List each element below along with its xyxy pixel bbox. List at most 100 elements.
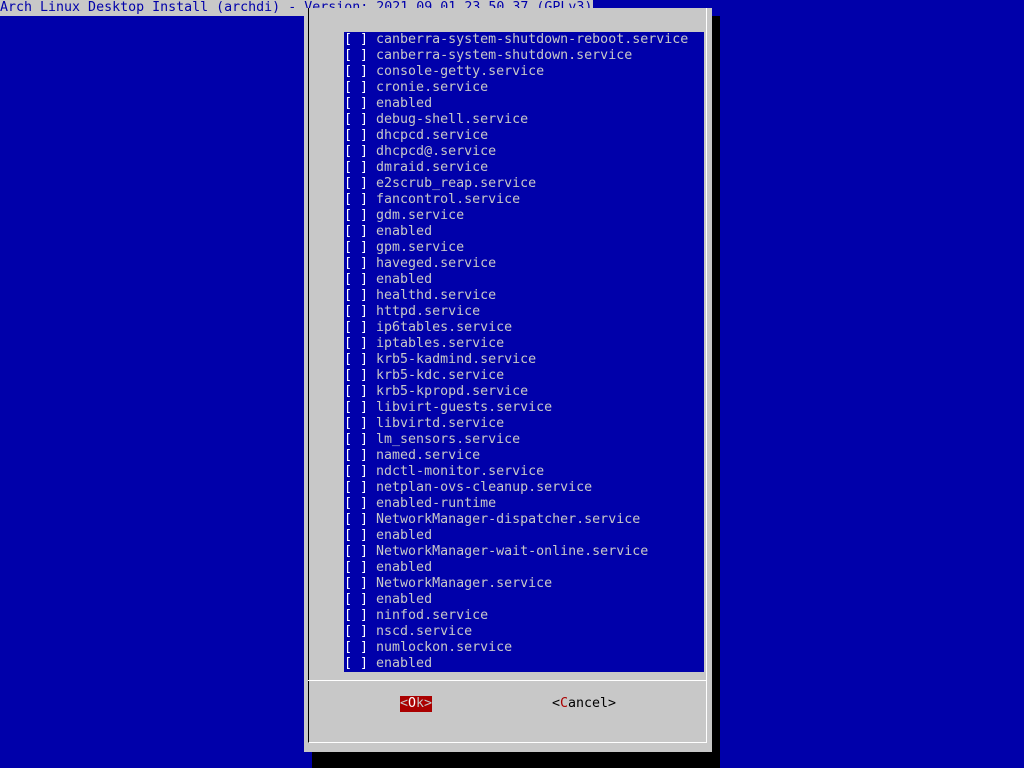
checkbox[interactable]: [ ] <box>344 288 368 303</box>
checkbox[interactable]: [ ] <box>344 48 368 63</box>
checklist-item[interactable]: [ ] named.service <box>344 448 704 464</box>
checkbox[interactable]: [ ] <box>344 368 368 383</box>
checkbox[interactable]: [ ] <box>344 432 368 447</box>
dialog-separator <box>308 680 707 681</box>
checklist-item[interactable]: [ ] enabled-runtime <box>344 496 704 512</box>
cancel-button[interactable]: <Cancel> <box>552 696 616 712</box>
checklist-item[interactable]: [ ] dhcpcd.service <box>344 128 704 144</box>
checklist-item[interactable]: [ ] httpd.service <box>344 304 704 320</box>
item-label: krb5-kadmind.service <box>376 352 537 367</box>
checklist-item[interactable]: [ ] numlockon.service <box>344 640 704 656</box>
checklist-item[interactable]: [ ] enabled <box>344 96 704 112</box>
checklist-item[interactable]: [ ] NetworkManager-wait-online.service <box>344 544 704 560</box>
checkbox[interactable]: [ ] <box>344 96 368 111</box>
checkbox[interactable]: [ ] <box>344 352 368 367</box>
checklist-dialog: [ ] canberra-system-shutdown-reboot.servi… <box>304 8 712 752</box>
ok-button[interactable]: <Ok> <box>400 696 433 712</box>
checklist-item[interactable]: [ ] ninfod.service <box>344 608 704 624</box>
checklist-item[interactable]: [ ] enabled <box>344 224 704 240</box>
checkbox[interactable]: [ ] <box>344 240 368 255</box>
checkbox[interactable]: [ ] <box>344 32 368 47</box>
checkbox[interactable]: [ ] <box>344 496 368 511</box>
checkbox[interactable]: [ ] <box>344 208 368 223</box>
checkbox[interactable]: [ ] <box>344 64 368 79</box>
checklist-item[interactable]: [ ] NetworkManager.service <box>344 576 704 592</box>
checklist-item[interactable]: [ ] libvirtd.service <box>344 416 704 432</box>
checkbox[interactable]: [ ] <box>344 592 368 607</box>
item-label: enabled <box>376 592 433 607</box>
checklist-item[interactable]: [ ] haveged.service <box>344 256 704 272</box>
checkbox[interactable]: [ ] <box>344 112 368 127</box>
terminal-screen: Arch Linux Desktop Install (archdi) - Ve… <box>0 0 1024 768</box>
checkbox[interactable]: [ ] <box>344 128 368 143</box>
checkbox[interactable]: [ ] <box>344 560 368 575</box>
item-label: haveged.service <box>376 256 497 271</box>
checkbox[interactable]: [ ] <box>344 336 368 351</box>
checkbox[interactable]: [ ] <box>344 416 368 431</box>
item-label: dhcpcd@.service <box>376 144 497 159</box>
checkbox[interactable]: [ ] <box>344 320 368 335</box>
checklist-item[interactable]: [ ] dhcpcd@.service <box>344 144 704 160</box>
checkbox[interactable]: [ ] <box>344 656 368 671</box>
checkbox[interactable]: [ ] <box>344 480 368 495</box>
checklist-item[interactable]: [ ] cronie.service <box>344 80 704 96</box>
checklist-item[interactable]: [ ] enabled <box>344 528 704 544</box>
checkbox[interactable]: [ ] <box>344 608 368 623</box>
checkbox[interactable]: [ ] <box>344 272 368 287</box>
checklist-item[interactable]: [ ] ip6tables.service <box>344 320 704 336</box>
checklist-item[interactable]: [ ] nscd.service <box>344 624 704 640</box>
checklist-item[interactable]: [ ] netplan-ovs-cleanup.service <box>344 480 704 496</box>
checkbox[interactable]: [ ] <box>344 448 368 463</box>
checklist-item[interactable]: [ ] enabled <box>344 592 704 608</box>
checklist-item[interactable]: [ ] NetworkManager-dispatcher.service <box>344 512 704 528</box>
checkbox[interactable]: [ ] <box>344 576 368 591</box>
item-label: NetworkManager-wait-online.service <box>376 544 649 559</box>
checklist-item[interactable]: [ ] krb5-kadmind.service <box>344 352 704 368</box>
checkbox[interactable]: [ ] <box>344 80 368 95</box>
item-label: debug-shell.service <box>376 112 529 127</box>
checklist-item[interactable]: [ ] gdm.service <box>344 208 704 224</box>
checklist-item[interactable]: [ ] enabled <box>344 560 704 576</box>
item-label: enabled <box>376 96 433 111</box>
checkbox[interactable]: [ ] <box>344 400 368 415</box>
checklist-item[interactable]: [ ] ndctl-monitor.service <box>344 464 704 480</box>
checkbox[interactable]: [ ] <box>344 304 368 319</box>
checklist-item[interactable]: [ ] enabled <box>344 272 704 288</box>
checkbox[interactable]: [ ] <box>344 624 368 639</box>
checklist-item[interactable]: [ ] gpm.service <box>344 240 704 256</box>
checkbox[interactable]: [ ] <box>344 144 368 159</box>
item-label: enabled <box>376 224 433 239</box>
checkbox[interactable]: [ ] <box>344 176 368 191</box>
checklist-item[interactable]: [ ] e2scrub_reap.service <box>344 176 704 192</box>
checklist-item[interactable]: [ ] canberra-system-shutdown-reboot.servi… <box>344 32 704 48</box>
checklist-item[interactable]: [ ] healthd.service <box>344 288 704 304</box>
item-label: libvirtd.service <box>376 416 505 431</box>
checklist-item[interactable]: [ ] krb5-kpropd.service <box>344 384 704 400</box>
item-label: cronie.service <box>376 80 489 95</box>
checklist-item[interactable]: [ ] krb5-kdc.service <box>344 368 704 384</box>
checklist-item[interactable]: [ ] lm_sensors.service <box>344 432 704 448</box>
checkbox[interactable]: [ ] <box>344 640 368 655</box>
checklist-item[interactable]: [ ] enabled <box>344 656 704 672</box>
service-checklist[interactable]: [ ] canberra-system-shutdown-reboot.servi… <box>344 32 704 672</box>
item-label: dhcpcd.service <box>376 128 489 143</box>
checkbox[interactable]: [ ] <box>344 384 368 399</box>
checklist-item[interactable]: [ ] console-getty.service <box>344 64 704 80</box>
checkbox[interactable]: [ ] <box>344 544 368 559</box>
item-label: fancontrol.service <box>376 192 521 207</box>
checklist-item[interactable]: [ ] canberra-system-shutdown.service <box>344 48 704 64</box>
checkbox[interactable]: [ ] <box>344 160 368 175</box>
checkbox[interactable]: [ ] <box>344 256 368 271</box>
checklist-item[interactable]: [ ] fancontrol.service <box>344 192 704 208</box>
checkbox[interactable]: [ ] <box>344 528 368 543</box>
checkbox[interactable]: [ ] <box>344 224 368 239</box>
checklist-item[interactable]: [ ] iptables.service <box>344 336 704 352</box>
checkbox[interactable]: [ ] <box>344 512 368 527</box>
checklist-item[interactable]: [ ] dmraid.service <box>344 160 704 176</box>
checkbox[interactable]: [ ] <box>344 192 368 207</box>
item-label: healthd.service <box>376 288 497 303</box>
checklist-item[interactable]: [ ] libvirt-guests.service <box>344 400 704 416</box>
checkbox[interactable]: [ ] <box>344 464 368 479</box>
checklist-item[interactable]: [ ] debug-shell.service <box>344 112 704 128</box>
item-label: enabled-runtime <box>376 496 497 511</box>
